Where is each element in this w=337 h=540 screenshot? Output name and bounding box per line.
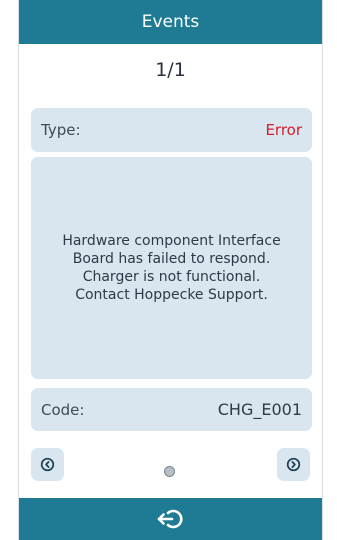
chevron-right-circle-icon xyxy=(286,457,301,472)
page-title: Events xyxy=(141,12,200,32)
event-message-panel: Hardware component Interface Board has f… xyxy=(31,157,312,379)
page-indicator-dot xyxy=(164,466,175,477)
events-screen: Events 1/1 Type: Error Hardware componen… xyxy=(18,0,323,540)
exit-button[interactable] xyxy=(156,507,186,531)
event-code-row: Code: CHG_E001 xyxy=(31,388,312,431)
header-bar: Events xyxy=(19,0,322,44)
event-code-value: CHG_E001 xyxy=(217,400,302,419)
event-code-label: Code: xyxy=(41,400,85,419)
event-message-text: Hardware component Interface Board has f… xyxy=(62,233,281,303)
page-counter-text: 1/1 xyxy=(155,59,186,81)
previous-event-button[interactable] xyxy=(31,448,64,481)
next-event-button[interactable] xyxy=(277,448,310,481)
chevron-left-circle-icon xyxy=(40,457,55,472)
footer-bar xyxy=(19,498,322,540)
event-type-value: Error xyxy=(265,121,302,139)
event-type-row: Type: Error xyxy=(31,108,312,152)
exit-arrow-icon xyxy=(157,509,183,529)
event-type-label: Type: xyxy=(41,121,81,139)
page-counter: 1/1 xyxy=(19,50,322,90)
